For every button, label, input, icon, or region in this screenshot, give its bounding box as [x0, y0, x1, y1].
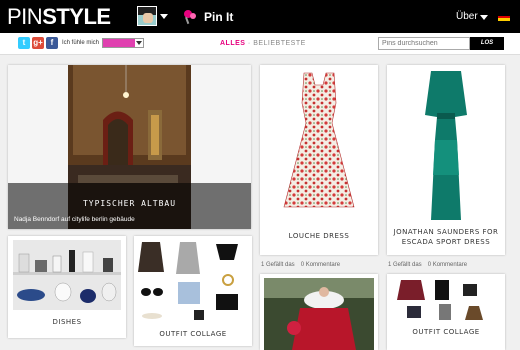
- comments-count[interactable]: 0 Kommentare: [301, 262, 340, 268]
- top-navigation-bar: PINSTYLE Pin It Über: [0, 0, 520, 33]
- pinstyle-logo[interactable]: PINSTYLE: [7, 5, 111, 29]
- search-button[interactable]: LOS: [470, 37, 504, 50]
- pin-stats-saunders: 1 Gefällt das 0 Kommentare: [388, 262, 473, 268]
- about-menu[interactable]: Über: [456, 11, 478, 22]
- pin-it-button[interactable]: Pin It: [182, 7, 233, 27]
- twitter-icon[interactable]: t: [18, 37, 30, 49]
- pin-card-saunders-dress[interactable]: JONATHAN SAUNDERS FOR ESCADA SPORT DRESS: [387, 65, 505, 255]
- chevron-down-icon: [136, 41, 142, 45]
- tab-popular[interactable]: BELIEBTESTE: [253, 40, 306, 47]
- googleplus-icon[interactable]: g+: [32, 37, 44, 49]
- dress-image: [387, 65, 505, 225]
- logo-thin-part: PIN: [7, 4, 43, 29]
- chevron-down-icon[interactable]: [160, 14, 168, 19]
- pin-card-outfit-collage-1[interactable]: OUTFIT COLLAGE: [134, 236, 252, 346]
- german-flag-icon[interactable]: [498, 13, 510, 21]
- logo-bold-part: STYLE: [42, 4, 111, 29]
- pin-title: OUTFIT COLLAGE: [412, 328, 480, 336]
- pin-card-dishes[interactable]: DISHES: [8, 236, 126, 338]
- mood-label: Ich fühle mich: [62, 40, 100, 46]
- dishes-image: [13, 240, 121, 310]
- pin-title: OUTFIT COLLAGE: [159, 330, 227, 338]
- outfit-collage-image: [134, 236, 252, 324]
- pin-stats-louche: 1 Gefällt das 0 Kommentare: [261, 262, 346, 268]
- pin-title: TYPISCHER ALTBAU: [82, 199, 177, 208]
- facebook-icon[interactable]: f: [46, 37, 58, 49]
- pin-card-red-coat[interactable]: [260, 274, 378, 350]
- outfit-collage-image: [387, 274, 505, 324]
- pin-it-icon: [184, 10, 196, 25]
- chevron-down-icon[interactable]: [480, 15, 488, 20]
- filter-bar: t g+ f Ich fühle mich ALLES · BELIEBTEST…: [0, 33, 520, 55]
- search-input[interactable]: [378, 37, 470, 50]
- likes-count[interactable]: 1 Gefällt das: [261, 262, 295, 268]
- filter-separator: ·: [247, 40, 251, 47]
- mood-select[interactable]: [102, 38, 144, 48]
- tab-all[interactable]: ALLES: [220, 40, 245, 47]
- pin-title: JONATHAN SAUNDERS FOR ESCADA SPORT DRESS: [393, 228, 499, 246]
- red-coat-image: [264, 278, 374, 350]
- dress-image: [260, 65, 378, 225]
- pin-it-label: Pin It: [204, 10, 234, 24]
- altbau-overlay: TYPISCHER ALTBAU Nadja Benndorf auf city…: [8, 183, 251, 229]
- pin-card-outfit-collage-2[interactable]: OUTFIT COLLAGE: [387, 274, 505, 350]
- pin-source[interactable]: Nadja Benndorf auf citylife berlin gebäu…: [14, 216, 135, 223]
- comments-count[interactable]: 0 Kommentare: [428, 262, 467, 268]
- pin-title: LOUCHE DRESS: [288, 232, 350, 240]
- pin-card-louche-dress[interactable]: LOUCHE DRESS: [260, 65, 378, 255]
- filter-tabs: ALLES · BELIEBTESTE: [220, 40, 306, 47]
- user-avatar[interactable]: [137, 6, 157, 26]
- pin-card-altbau[interactable]: TYPISCHER ALTBAU Nadja Benndorf auf city…: [8, 65, 251, 229]
- pin-title: DISHES: [52, 318, 82, 326]
- likes-count[interactable]: 1 Gefällt das: [388, 262, 422, 268]
